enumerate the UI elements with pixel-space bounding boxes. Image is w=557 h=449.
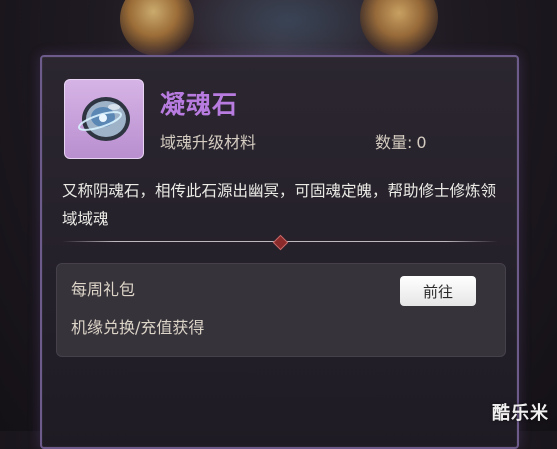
- item-tooltip-panel: 凝魂石 域魂升级材料 数量: 0 又称阴魂石，相传此石源出幽冥，可固魂定魄，帮助修…: [40, 55, 519, 449]
- source-title: 每周礼包: [71, 280, 136, 299]
- soul-stone-icon: [64, 79, 144, 159]
- source-description: 机缘兑换/充值获得: [71, 318, 205, 337]
- background-orb-left: [120, 0, 194, 56]
- watermark-logo: 酷乐米: [492, 403, 549, 424]
- item-name: 凝魂石: [160, 90, 239, 119]
- section-divider: [62, 234, 498, 251]
- quantity-value: 0: [416, 133, 427, 152]
- source-entry: 每周礼包 机缘兑换/充值获得 前往: [56, 263, 506, 357]
- item-description: 又称阴魂石，相传此石源出幽冥，可固魂定魄，帮助修士修炼领域域魂: [62, 182, 497, 228]
- item-type: 域魂升级材料: [160, 133, 257, 152]
- quantity-label: 数量:: [375, 133, 413, 152]
- item-quantity: 数量: 0: [375, 129, 427, 153]
- divider-gem-icon: [272, 234, 289, 251]
- go-button[interactable]: 前往: [400, 276, 476, 306]
